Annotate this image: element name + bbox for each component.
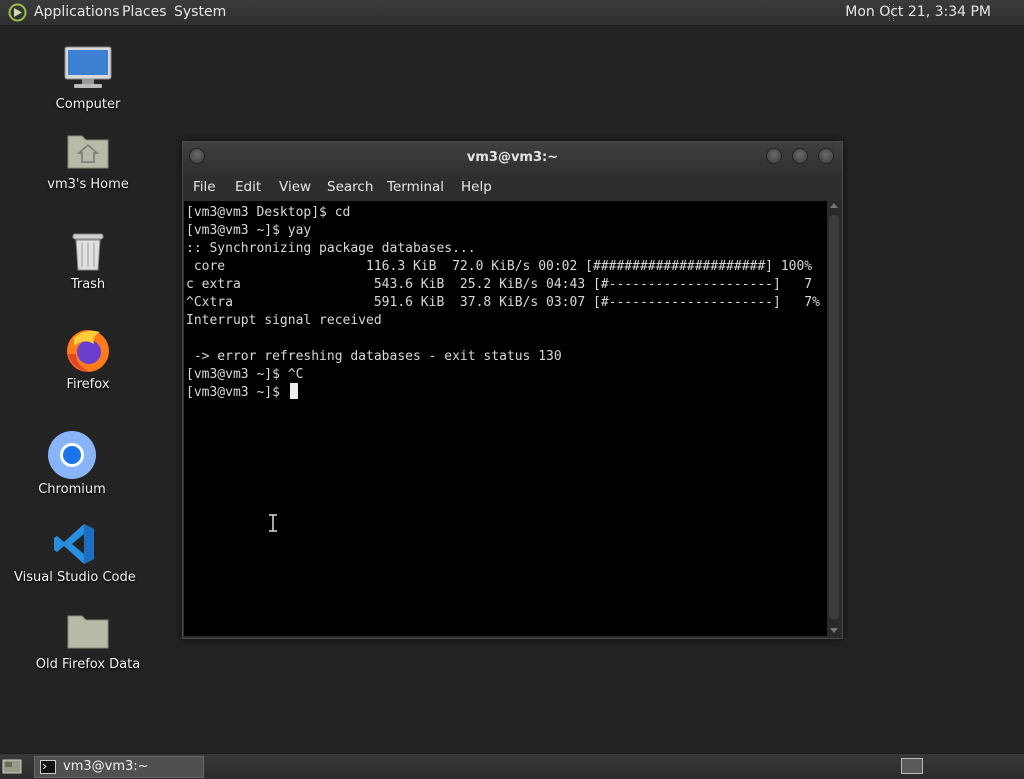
desktop-icon-old-firefox-data[interactable]: Old Firefox Data (28, 608, 148, 674)
applications-menu[interactable]: Applications (34, 4, 120, 20)
menu-view[interactable]: View (279, 179, 311, 195)
desktop-icon-label: Firefox (66, 377, 110, 392)
firefox-icon (67, 330, 109, 372)
terminal-screen[interactable]: [vm3@vm3 Desktop]$ cd[vm3@vm3 ~]$ yay:: … (184, 201, 827, 636)
top-panel: Applications Places System Mon Oct 21, 3… (0, 0, 1024, 26)
terminal-line: -> error refreshing databases - exit sta… (186, 349, 562, 364)
scroll-up-arrow-icon[interactable] (830, 203, 838, 208)
terminal-line: :: Synchronizing package databases... (186, 241, 476, 256)
desktop-icon-firefox[interactable]: Firefox (40, 326, 136, 396)
desktop-icon-label: Trash (70, 277, 106, 292)
applications-menu-icon[interactable] (8, 3, 27, 22)
terminal-line: [vm3@vm3 ~]$ yay (186, 223, 312, 238)
clock[interactable]: Mon Oct 21, 3:34 PM (845, 4, 991, 20)
terminal-line: ^Cxtra 591.6 KiB 37.8 KiB/s 03:07 [#----… (186, 295, 820, 310)
terminal-output: [vm3@vm3 Desktop]$ cd[vm3@vm3 ~]$ yay:: … (186, 204, 820, 402)
terminal-icon (40, 760, 56, 774)
desktop-icon-label: Chromium (38, 482, 106, 497)
places-menu[interactable]: Places (122, 4, 167, 20)
terminal-scrollbar[interactable] (827, 201, 841, 636)
desktop-icon-computer[interactable]: Computer (40, 44, 136, 116)
taskbar-button-terminal[interactable]: vm3@vm3:~ (34, 756, 204, 778)
menu-file[interactable]: File (193, 179, 216, 195)
text-cursor-icon (269, 514, 277, 532)
desktop-icon-chromium[interactable]: Chromium (24, 430, 120, 500)
workspace-switcher[interactable] (901, 758, 923, 774)
terminal-menubar: File Edit View Search Terminal Help (183, 173, 842, 201)
menu-terminal[interactable]: Terminal (387, 179, 444, 195)
desktop-icon-label: Computer (55, 97, 121, 112)
system-menu[interactable]: System (174, 4, 226, 20)
desktop-icon-vscode[interactable]: Visual Studio Code (14, 520, 136, 588)
computer-icon (64, 46, 112, 88)
menu-help[interactable]: Help (461, 179, 492, 195)
folder-icon (67, 615, 109, 649)
show-desktop-icon[interactable] (2, 758, 22, 774)
terminal-line: [vm3@vm3 ~]$ ^C (186, 367, 304, 382)
terminal-line: [vm3@vm3 Desktop]$ cd (186, 205, 351, 220)
maximize-button[interactable] (792, 148, 808, 164)
taskbar-button-label: vm3@vm3:~ (63, 759, 149, 774)
menu-search[interactable]: Search (327, 179, 373, 195)
terminal-line: c extra 543.6 KiB 25.2 KiB/s 04:43 [#---… (186, 277, 813, 292)
vscode-icon (54, 524, 94, 564)
desktop-icon-label: Visual Studio Code (14, 570, 136, 585)
desktop-icon-trash[interactable]: Trash (40, 228, 136, 296)
chromium-icon (48, 431, 96, 479)
window-title: vm3@vm3:~ (466, 150, 559, 165)
desktop-icon-label: vm3's Home (47, 177, 129, 192)
terminal-cursor (290, 383, 298, 399)
terminal-line: [vm3@vm3 ~]$ (186, 385, 288, 400)
scrollbar-thumb[interactable] (829, 215, 839, 619)
terminal-line: Interrupt signal received (186, 313, 382, 328)
desktop-icon-label: Old Firefox Data (35, 657, 141, 672)
terminal-line: core 116.3 KiB 72.0 KiB/s 00:02 [#######… (186, 259, 813, 274)
close-button[interactable] (818, 148, 834, 164)
bottom-panel: vm3@vm3:~ (0, 753, 1024, 779)
menu-edit[interactable]: Edit (235, 179, 261, 195)
desktop-icon-home[interactable]: vm3's Home (40, 128, 136, 200)
scroll-down-arrow-icon[interactable] (830, 628, 838, 633)
terminal-window: vm3@vm3:~ File Edit View Search Terminal… (182, 141, 843, 639)
home-folder-icon (67, 135, 109, 169)
trash-icon (72, 233, 104, 271)
window-titlebar[interactable]: vm3@vm3:~ (183, 142, 842, 173)
minimize-button[interactable] (766, 148, 782, 164)
